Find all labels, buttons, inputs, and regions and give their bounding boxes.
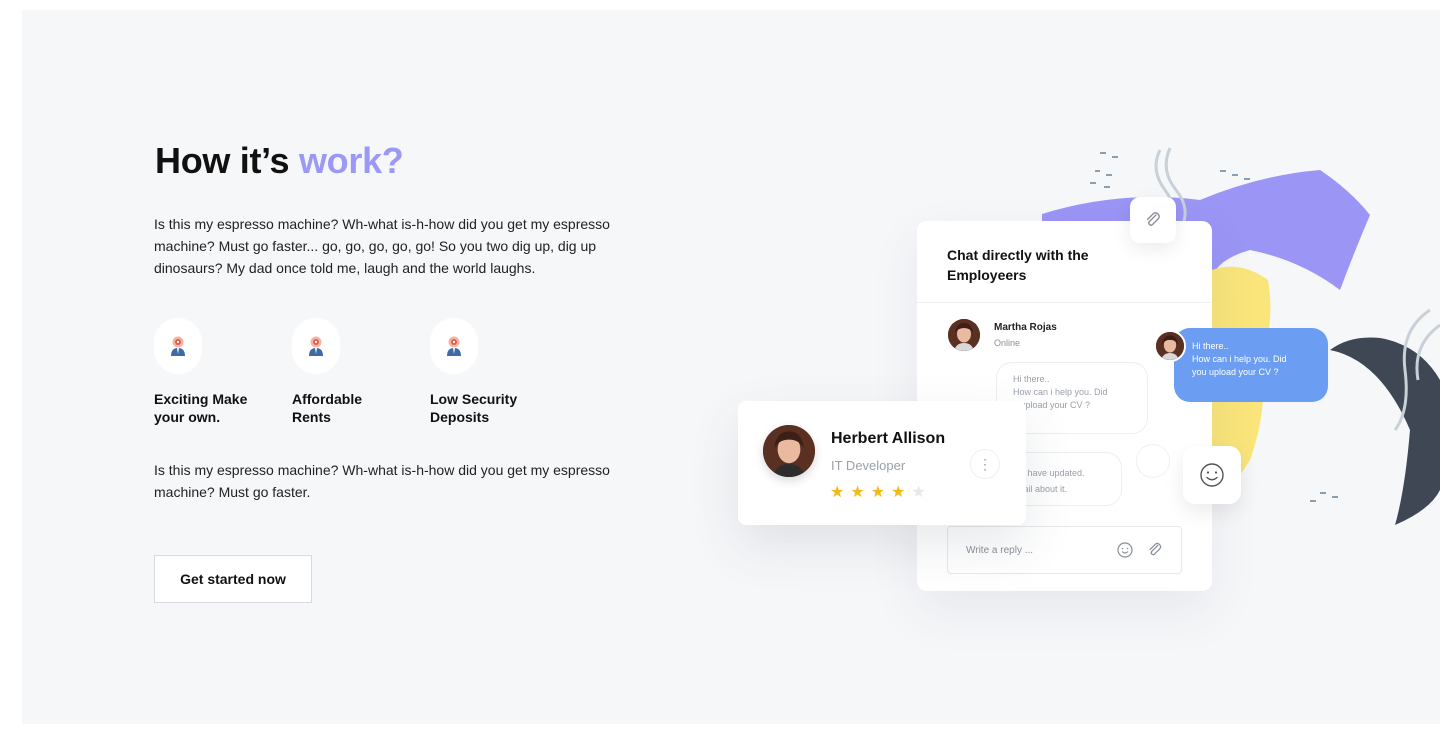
attachment-button[interactable] [1130,197,1176,243]
heading-text: How it’s [155,140,299,181]
reply-input[interactable] [948,527,1108,573]
feature-label: Exciting Make your own. [154,391,248,425]
avatar [948,319,980,351]
reply-box [947,526,1182,574]
smiley-icon [1200,463,1224,487]
star-filled-icon: ★ [870,484,886,501]
contact-status: Online [994,338,1021,348]
kebab-menu-icon: ⋮ [978,455,992,472]
decorative-circle [1136,444,1170,478]
star-filled-icon: ★ [830,484,845,501]
feature-item-affordable: Affordable Rents [292,318,422,426]
profile-name: Herbert Allison [831,430,946,447]
star-filled-icon: ★ [891,484,906,501]
heading-accent: work? [298,140,404,181]
profile-role: IT Developer [831,458,906,473]
feature-item-exciting: Exciting Make your own. [154,318,284,426]
person-target-icon [154,318,202,374]
feature-item-deposits: Low Security Deposits [430,318,560,426]
smiley-icon[interactable] [1116,541,1134,564]
star-rating: ★ ★ ★ ★ ★ [830,485,926,501]
feature-label: Low Security Deposits [430,391,518,425]
emoji-button[interactable] [1183,446,1241,504]
chat-contact[interactable]: Martha Rojas Online [948,319,1057,351]
person-target-icon [430,318,478,374]
contact-name: Martha Rojas [994,322,1057,333]
paperclip-icon [1146,212,1160,226]
intro-paragraph: Is this my espresso machine? Wh-what is-… [154,216,610,276]
profile-card[interactable]: Herbert Allison IT Developer ★ ★ ★ ★ ★ ⋮ [738,401,1026,525]
more-options-button[interactable]: ⋮ [970,449,1000,479]
outro-paragraph: Is this my espresso machine? Wh-what is-… [154,462,610,500]
avatar [1154,330,1186,362]
star-filled-icon: ★ [850,484,865,501]
avatar [763,425,815,477]
person-target-icon [292,318,340,374]
get-started-button[interactable]: Get started now [154,555,312,603]
feature-label: Affordable Rents [292,391,362,425]
section-heading: How it’s work? [155,140,404,182]
outgoing-message: Hi there.. How can i help you. Did you u… [1174,328,1328,402]
paperclip-icon[interactable] [1146,541,1164,564]
star-empty-icon: ★ [911,484,926,501]
